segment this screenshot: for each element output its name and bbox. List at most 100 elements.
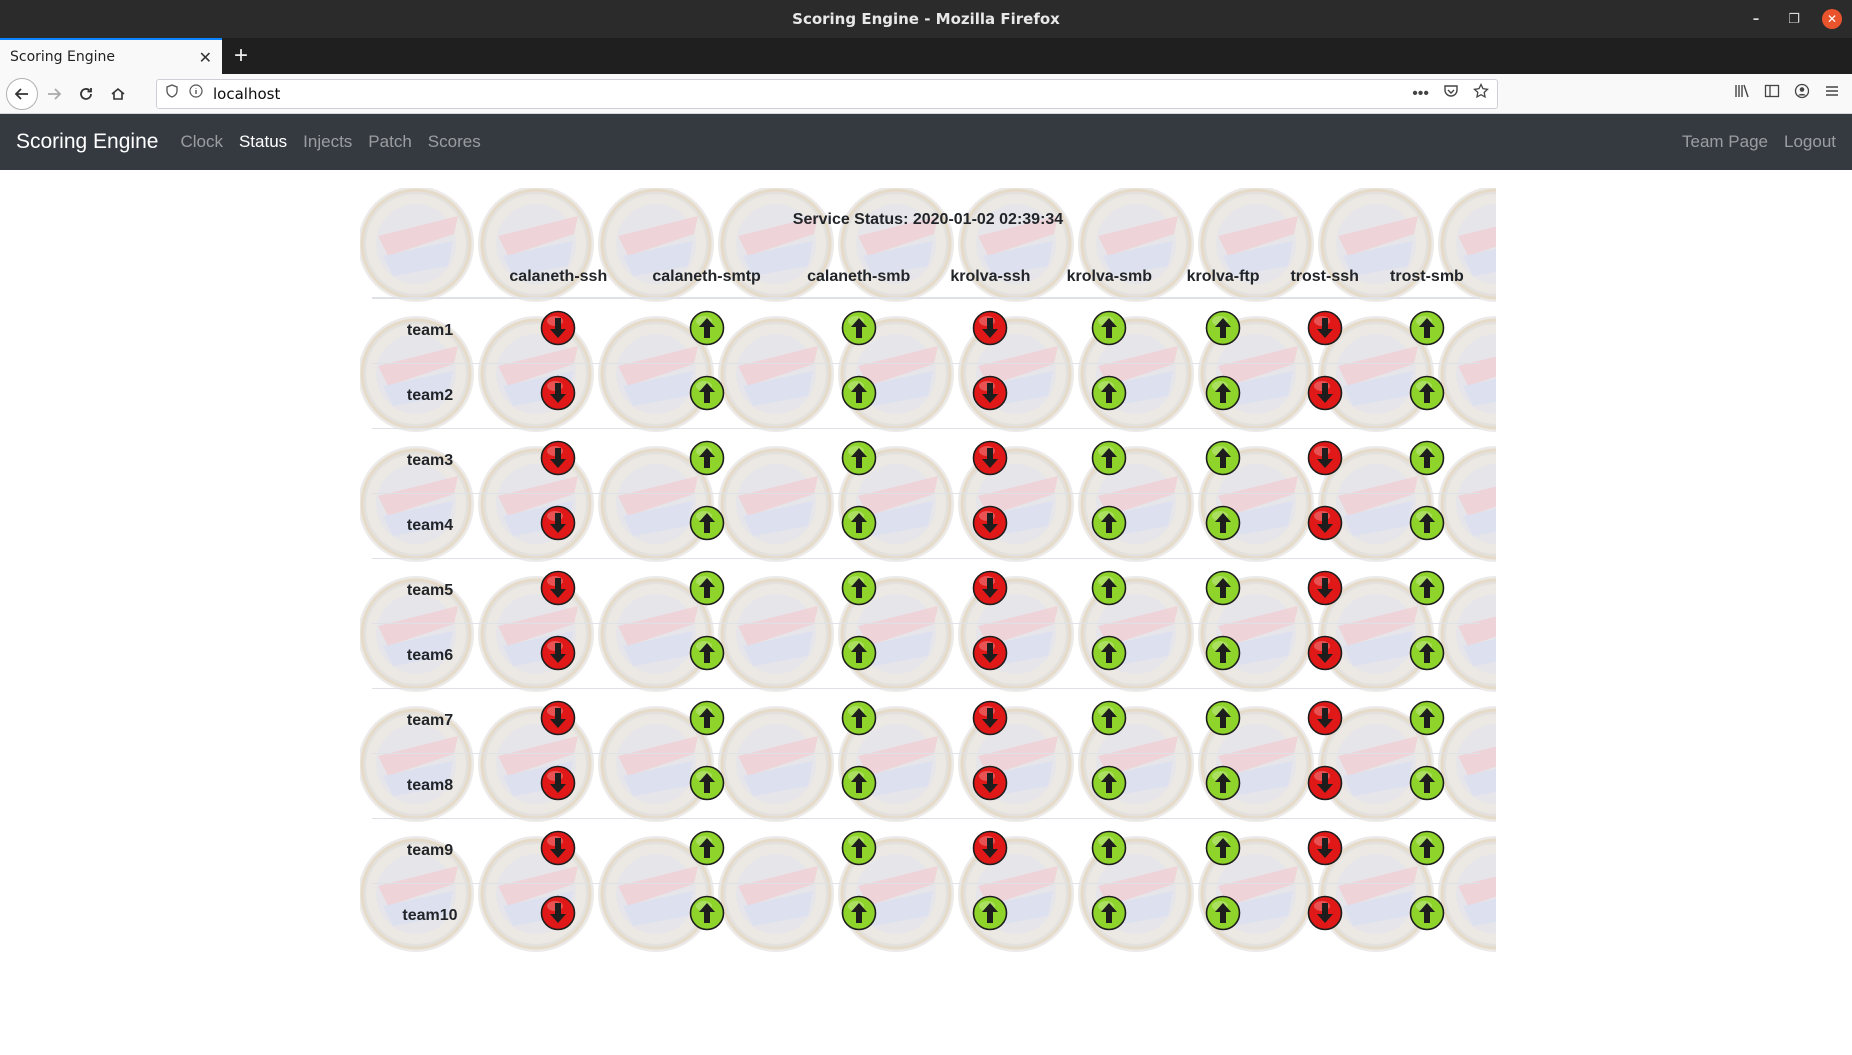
nav-link-logout[interactable]: Logout xyxy=(1784,132,1836,152)
status-cell xyxy=(932,492,1048,558)
down-arrow-icon xyxy=(541,375,576,411)
close-tab-icon[interactable]: ✕ xyxy=(199,48,212,67)
up-arrow-icon xyxy=(1091,505,1127,541)
minimize-icon[interactable]: – xyxy=(1746,9,1766,29)
status-cell xyxy=(932,557,1048,623)
status-cell xyxy=(628,817,785,883)
nav-link-clock[interactable]: Clock xyxy=(180,132,223,152)
bookmark-star-icon[interactable] xyxy=(1473,82,1489,104)
down-arrow-icon xyxy=(1307,830,1342,866)
up-arrow-icon xyxy=(689,570,724,606)
down-arrow-icon xyxy=(541,895,576,931)
status-cell xyxy=(1047,752,1171,818)
menu-icon[interactable] xyxy=(1824,83,1840,104)
status-cell xyxy=(932,817,1048,883)
service-header: trost-smb xyxy=(1373,256,1480,299)
up-arrow-icon xyxy=(1205,505,1241,541)
up-arrow-icon xyxy=(1091,895,1127,931)
up-arrow-icon xyxy=(689,375,724,411)
status-cell xyxy=(1170,882,1276,948)
down-arrow-icon xyxy=(1307,375,1342,411)
status-cell xyxy=(784,687,933,753)
nav-link-patch[interactable]: Patch xyxy=(368,132,411,152)
sidebar-icon[interactable] xyxy=(1764,83,1780,104)
status-cell xyxy=(1373,882,1480,948)
up-arrow-icon xyxy=(1091,310,1127,346)
status-cell xyxy=(1047,817,1171,883)
nav-link-injects[interactable]: Injects xyxy=(303,132,352,152)
nav-link-team-page[interactable]: Team Page xyxy=(1682,132,1768,152)
down-arrow-icon xyxy=(1307,765,1342,801)
forward-icon[interactable] xyxy=(38,78,70,110)
url-bar[interactable]: localhost ••• xyxy=(156,78,1498,109)
service-header: krolva-smb xyxy=(1047,256,1171,299)
up-arrow-icon xyxy=(1205,570,1241,606)
status-cell xyxy=(932,622,1048,688)
team-row: team10 xyxy=(372,882,1480,948)
up-arrow-icon xyxy=(1205,765,1241,801)
status-panel: Service Status: 2020-01-02 02:39:34 cala… xyxy=(360,188,1496,960)
team-row: team7 xyxy=(372,687,1480,753)
browser-tab[interactable]: Scoring Engine ✕ xyxy=(0,38,222,74)
status-cell xyxy=(784,492,933,558)
url-text[interactable]: localhost xyxy=(213,85,1412,103)
status-cell xyxy=(784,427,933,493)
status-cell xyxy=(1047,557,1171,623)
up-arrow-icon xyxy=(1091,375,1127,411)
up-arrow-icon xyxy=(1091,570,1127,606)
down-arrow-icon xyxy=(1307,570,1342,606)
info-icon[interactable] xyxy=(189,84,203,103)
up-arrow-icon xyxy=(1091,700,1127,736)
status-cell xyxy=(1047,492,1171,558)
status-cell xyxy=(1170,557,1276,623)
close-window-icon[interactable]: ✕ xyxy=(1822,9,1842,29)
home-icon[interactable] xyxy=(102,78,134,110)
up-arrow-icon xyxy=(1091,830,1127,866)
status-cell xyxy=(784,817,933,883)
account-icon[interactable] xyxy=(1794,83,1810,104)
status-cell xyxy=(932,687,1048,753)
service-header: trost-ssh xyxy=(1275,256,1374,299)
team-row: team2 xyxy=(372,362,1480,428)
up-arrow-icon xyxy=(841,570,877,606)
up-arrow-icon xyxy=(1205,440,1241,476)
shield-icon[interactable] xyxy=(165,84,179,103)
team-name: team6 xyxy=(372,622,488,688)
status-cell xyxy=(628,557,785,623)
service-header: calaneth-ssh xyxy=(488,256,629,299)
restore-icon[interactable]: ❐ xyxy=(1784,9,1804,29)
library-icon[interactable] xyxy=(1734,83,1750,104)
team-name: team4 xyxy=(372,492,488,558)
up-arrow-icon xyxy=(841,505,877,541)
status-cell xyxy=(932,882,1048,948)
status-cell xyxy=(1170,362,1276,428)
status-cell xyxy=(629,298,785,363)
service-header: calaneth-smtp xyxy=(628,256,785,299)
team-row: team6 xyxy=(372,622,1480,688)
status-cell xyxy=(1373,622,1480,688)
back-icon[interactable] xyxy=(6,77,38,110)
status-cell xyxy=(1170,687,1276,753)
status-cell xyxy=(628,362,785,428)
up-arrow-icon xyxy=(841,765,877,801)
nav-link-status[interactable]: Status xyxy=(239,132,287,152)
down-arrow-icon xyxy=(541,440,576,476)
status-cell xyxy=(1275,817,1374,883)
brand-link[interactable]: Scoring Engine xyxy=(16,130,158,154)
status-cell xyxy=(1048,298,1171,363)
nav-link-scores[interactable]: Scores xyxy=(428,132,481,152)
pocket-icon[interactable] xyxy=(1443,83,1459,104)
down-arrow-icon xyxy=(973,310,1008,346)
up-arrow-icon xyxy=(1409,895,1445,931)
up-arrow-icon xyxy=(1205,375,1241,411)
new-tab-icon[interactable]: + xyxy=(222,38,260,74)
status-cell xyxy=(1275,557,1374,623)
status-cell xyxy=(1275,492,1374,558)
down-arrow-icon xyxy=(541,570,576,606)
up-arrow-icon xyxy=(841,895,877,931)
window-title: Scoring Engine - Mozilla Firefox xyxy=(792,10,1060,28)
page-actions-icon[interactable]: ••• xyxy=(1412,85,1429,103)
status-cell xyxy=(784,622,933,688)
status-cell xyxy=(1170,817,1276,883)
reload-icon[interactable] xyxy=(70,78,102,110)
